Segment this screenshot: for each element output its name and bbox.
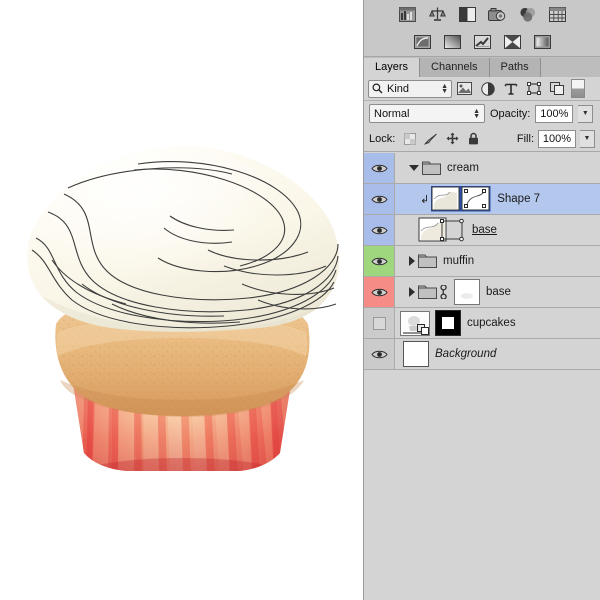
opacity-input[interactable]: 100% (535, 104, 574, 123)
layer-mask-thumbnail[interactable] (435, 310, 461, 336)
fill-dropdown-arrow[interactable]: ▼ (580, 129, 595, 148)
search-icon (372, 83, 383, 94)
layer-row-cream[interactable]: cream (364, 153, 600, 184)
blend-mode-dropdown[interactable]: Normal ▲ ▼ (369, 104, 485, 123)
opacity-label: Opacity: (490, 107, 531, 120)
blend-mode-row: Normal ▲ ▼ Opacity: 100% ▼ (364, 101, 600, 126)
filter-kind-label: Kind (387, 82, 410, 95)
layer-filter-row: Kind ▲ ▼ (364, 77, 600, 101)
eye-icon (370, 288, 388, 296)
lock-transparency-icon[interactable] (403, 132, 417, 146)
layer-visibility-toggle[interactable] (364, 339, 395, 369)
lock-row: Lock: Fill: 100% ▼ (364, 126, 600, 152)
layer-name: Shape 7 (497, 193, 541, 205)
layer-row-shape-7[interactable]: ↳ Shape 7 (364, 184, 600, 215)
layer-visibility-toggle[interactable] (364, 215, 395, 245)
tab-channels[interactable]: Channels (420, 58, 490, 77)
styles-icon[interactable] (413, 33, 432, 51)
document-canvas[interactable] (0, 0, 363, 600)
brush-presets-icon[interactable] (473, 33, 492, 51)
folder-icon (422, 161, 441, 175)
layer-name: cupcakes (467, 317, 516, 329)
layer-visibility-toggle[interactable] (364, 308, 395, 338)
layer-row-muffin[interactable]: muffin (364, 246, 600, 277)
layer-thumbnail-shape[interactable] (418, 217, 466, 243)
filter-adjustment-icon[interactable] (477, 79, 498, 99)
lock-all-icon[interactable] (466, 132, 480, 146)
cupcake-illustration (27, 146, 340, 471)
eye-off-icon (372, 316, 386, 330)
filter-kind-dropdown[interactable]: Kind ▲ ▼ (368, 79, 452, 98)
filter-shape-icon[interactable] (523, 79, 544, 99)
mask-icon[interactable] (503, 33, 522, 51)
eye-icon (370, 195, 388, 203)
gradient-icon[interactable] (443, 33, 462, 51)
layer-mask-thumbnail[interactable] (454, 279, 480, 305)
layer-thumbnail-smart-object[interactable] (400, 310, 430, 336)
color-icon[interactable] (518, 5, 537, 23)
filter-type-icon[interactable] (500, 79, 521, 99)
lock-image-icon[interactable] (424, 132, 438, 146)
tab-paths[interactable]: Paths (489, 58, 541, 77)
blend-mode-value: Normal (374, 107, 410, 120)
camera-raw-icon[interactable] (488, 5, 507, 23)
layer-row-cupcakes[interactable]: cupcakes (364, 308, 600, 339)
right-dock: Layers Channels Paths Kind ▲ ▼ Normal ▲ … (363, 0, 600, 600)
layer-visibility-toggle[interactable] (364, 277, 395, 307)
folder-icon (418, 254, 437, 268)
clipping-mask-arrow-icon: ↳ (420, 193, 430, 206)
layer-list[interactable]: cream ↳ Shape 7 base muffin base cupcake… (364, 153, 600, 600)
group-expand-arrow[interactable] (409, 256, 415, 266)
layer-name[interactable]: base (472, 224, 497, 236)
lock-position-icon[interactable] (445, 132, 459, 146)
link-icon[interactable] (440, 285, 451, 299)
panel-tab-bar: Layers Channels Paths (364, 57, 600, 78)
layer-name: Background (435, 348, 497, 360)
layer-thumbnail-background[interactable] (403, 341, 429, 367)
photoshop-window: Layers Channels Paths Kind ▲ ▼ Normal ▲ … (0, 0, 600, 600)
chevron-updown-icon: ▲ ▼ (441, 82, 448, 95)
chevron-updown-icon: ▲ ▼ (473, 107, 480, 120)
histogram-icon[interactable] (398, 5, 417, 23)
adjustments-icon[interactable] (458, 5, 477, 23)
opacity-dropdown-arrow[interactable]: ▼ (578, 104, 594, 123)
layer-row-background[interactable]: Background (364, 339, 600, 370)
layer-row-base-shape[interactable]: base (364, 215, 600, 246)
info-icon[interactable] (428, 5, 447, 23)
properties-icon[interactable] (533, 33, 552, 51)
folder-icon (418, 285, 437, 299)
collapsed-panel-icon-strip (364, 0, 600, 57)
filter-smart-object-icon[interactable] (546, 79, 567, 99)
group-expand-arrow[interactable] (409, 287, 415, 297)
swatches-icon[interactable] (548, 5, 567, 23)
filter-pixel-icon[interactable] (454, 79, 475, 99)
layer-visibility-toggle[interactable] (364, 184, 395, 214)
layer-thumbnail-shape[interactable] (431, 186, 491, 212)
eye-icon (370, 164, 388, 172)
tab-layers[interactable]: Layers (364, 58, 421, 77)
smart-object-badge-icon (417, 323, 429, 335)
layer-visibility-toggle[interactable] (364, 246, 395, 276)
layer-row-base-group[interactable]: base (364, 277, 600, 308)
group-expand-arrow[interactable] (409, 165, 419, 171)
lock-label: Lock: (369, 132, 396, 145)
eye-icon (370, 226, 388, 234)
layer-name: base (486, 286, 511, 298)
layer-name: muffin (443, 255, 475, 267)
filter-toggle-switch[interactable] (571, 79, 585, 98)
fill-input[interactable]: 100% (538, 129, 576, 148)
eye-icon (370, 350, 388, 358)
layer-visibility-toggle[interactable] (364, 153, 395, 183)
eye-icon (370, 257, 388, 265)
layer-name: cream (447, 162, 479, 174)
fill-label: Fill: (516, 132, 534, 145)
